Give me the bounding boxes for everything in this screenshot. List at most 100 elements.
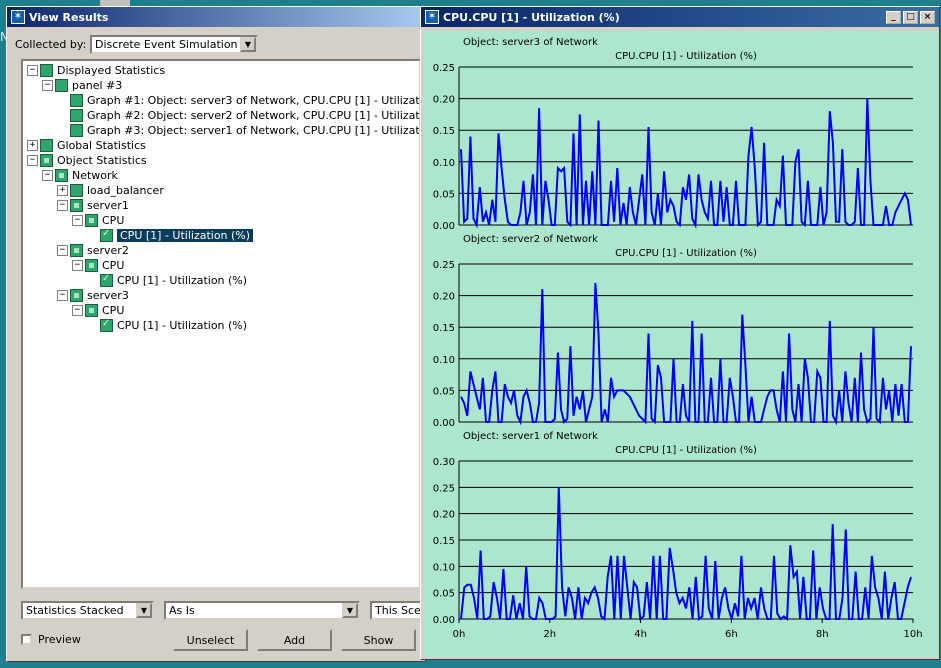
- statistic-checkbox-icon[interactable]: [70, 124, 83, 137]
- expand-icon[interactable]: +: [27, 140, 38, 151]
- tree-node[interactable]: − panel #3: [42, 78, 122, 93]
- collected-by-label: Collected by:: [15, 38, 87, 51]
- view-results-titlebar[interactable]: ✶ View Results: [7, 7, 425, 27]
- cpu-window-titlebar[interactable]: ✶ CPU.CPU [1] - Utilization (%) _ □ ×: [421, 7, 939, 27]
- collapse-icon[interactable]: −: [72, 215, 83, 226]
- chevron-down-icon[interactable]: ▼: [342, 603, 358, 618]
- maximize-icon[interactable]: □: [903, 10, 918, 24]
- tree-node[interactable]: − Displayed Statistics: [27, 63, 165, 78]
- tree-node-label: server3: [87, 289, 129, 302]
- y-tick-label: 0.30: [433, 457, 455, 468]
- statistics-tree[interactable]: − Displayed Statistics − panel #3 Graph #1: …: [21, 59, 421, 589]
- series-line: [460, 282, 912, 426]
- statistic-checkbox-icon[interactable]: [70, 184, 83, 197]
- statistic-checkbox-icon[interactable]: [85, 304, 98, 317]
- chart-title: CPU.CPU [1] - Utilization (%): [615, 248, 757, 259]
- statistic-checkbox-icon[interactable]: [100, 228, 113, 242]
- statistic-checkbox-icon[interactable]: [55, 169, 68, 182]
- y-tick-label: 0.20: [433, 95, 455, 106]
- chevron-down-icon[interactable]: ▼: [240, 37, 256, 52]
- tree-node-label: server2: [87, 244, 129, 257]
- y-tick-label: 0.10: [433, 158, 455, 169]
- app-star-icon: ✶: [11, 10, 25, 24]
- filter-dropdown[interactable]: As Is ▼: [164, 601, 360, 620]
- statistic-checkbox-icon[interactable]: [55, 79, 68, 92]
- collapse-icon[interactable]: −: [72, 305, 83, 316]
- tree-node-label: Graph #1: Object: server3 of Network, CP…: [87, 94, 420, 107]
- cpu-window-title: CPU.CPU [1] - Utilization (%): [443, 10, 620, 24]
- preview-checkbox[interactable]: [21, 634, 32, 645]
- chevron-down-icon[interactable]: ▼: [136, 603, 152, 618]
- tree-node-label: Network: [72, 169, 118, 182]
- y-tick-label: 0.05: [433, 589, 455, 600]
- statistic-checkbox-icon[interactable]: [85, 259, 98, 272]
- y-tick-label: 0.20: [433, 510, 455, 521]
- tree-node[interactable]: CPU [1] - Utilization (%): [87, 318, 247, 333]
- stack-mode-dropdown[interactable]: Statistics Stacked ▼: [21, 601, 154, 620]
- unselect-button[interactable]: Unselect: [173, 629, 248, 651]
- tree-node[interactable]: − server3: [57, 288, 129, 303]
- statistic-checkbox-icon[interactable]: [100, 318, 113, 332]
- collapse-icon[interactable]: −: [57, 245, 68, 256]
- y-tick-label: 0.10: [433, 355, 455, 366]
- statistic-checkbox-icon[interactable]: [40, 154, 53, 167]
- statistic-checkbox-icon[interactable]: [85, 214, 98, 227]
- collapse-icon[interactable]: −: [27, 65, 38, 76]
- y-tick-label: 0.00: [433, 615, 455, 626]
- statistic-checkbox-icon[interactable]: [100, 273, 113, 287]
- close-icon[interactable]: ×: [920, 10, 935, 24]
- chart-title: CPU.CPU [1] - Utilization (%): [615, 445, 757, 456]
- collapse-icon[interactable]: −: [42, 80, 53, 91]
- y-tick-label: 0.00: [433, 221, 455, 232]
- collapse-icon[interactable]: −: [27, 155, 38, 166]
- tree-node[interactable]: Graph #2: Object: server2 of Network, CP…: [57, 108, 419, 123]
- tree-node-label: Object Statistics: [57, 154, 147, 167]
- tree-node[interactable]: − CPU: [72, 258, 124, 273]
- tree-node-label: server1: [87, 199, 129, 212]
- statistic-checkbox-icon[interactable]: [70, 109, 83, 122]
- chart-object-label: Object: server2 of Network: [463, 234, 598, 245]
- stack-mode-value: Statistics Stacked: [26, 604, 124, 617]
- show-button[interactable]: Show: [341, 629, 416, 651]
- y-tick-label: 0.00: [433, 418, 455, 429]
- tree-node[interactable]: − Network: [42, 168, 118, 183]
- cpu-utilization-window: ✶ CPU.CPU [1] - Utilization (%) _ □ × Ob…: [420, 6, 940, 660]
- statistic-checkbox-icon[interactable]: [70, 289, 83, 302]
- tree-node[interactable]: CPU [1] - Utilization (%): [87, 273, 247, 288]
- collapse-icon[interactable]: −: [72, 260, 83, 271]
- collapse-icon[interactable]: −: [57, 290, 68, 301]
- window-controls: _ □ ×: [886, 10, 935, 24]
- collected-by-dropdown[interactable]: Discrete Event Simulation ▼: [90, 35, 258, 54]
- preview-checkbox-row[interactable]: Preview: [21, 633, 81, 646]
- series-line: [460, 487, 912, 621]
- tree-node[interactable]: Graph #1: Object: server3 of Network, CP…: [57, 93, 420, 108]
- collapse-icon[interactable]: −: [57, 200, 68, 211]
- tree-node[interactable]: + load_balancer: [57, 183, 164, 198]
- x-tick-label: 10h: [903, 629, 922, 640]
- expand-icon[interactable]: +: [57, 185, 68, 196]
- tree-node[interactable]: − server2: [57, 243, 129, 258]
- tree-node[interactable]: − CPU: [72, 303, 124, 318]
- tree-node[interactable]: − CPU: [72, 213, 124, 228]
- tree-node[interactable]: − server1: [57, 198, 129, 213]
- y-tick-label: 0.25: [433, 260, 455, 271]
- statistic-checkbox-icon[interactable]: [40, 139, 53, 152]
- minimize-icon[interactable]: _: [886, 10, 901, 24]
- charts-svg: Object: server3 of Network CPU.CPU [1] - …: [433, 37, 923, 640]
- add-button[interactable]: Add: [257, 629, 332, 651]
- statistic-checkbox-icon[interactable]: [40, 64, 53, 77]
- statistic-checkbox-icon[interactable]: [70, 94, 83, 107]
- y-tick-label: 0.15: [433, 323, 455, 334]
- tree-node[interactable]: − Object Statistics: [27, 153, 147, 168]
- statistic-checkbox-icon[interactable]: [70, 199, 83, 212]
- tree-node[interactable]: Graph #3: Object: server1 of Network, CP…: [57, 123, 419, 138]
- y-tick-label: 0.05: [433, 189, 455, 200]
- collected-by-value: Discrete Event Simulation: [95, 38, 238, 51]
- tree-node-label: CPU [1] - Utilization (%): [117, 319, 248, 332]
- chart-object-label: Object: server3 of Network: [463, 37, 598, 48]
- tree-node[interactable]: CPU [1] - Utilization (%): [87, 228, 254, 243]
- collapse-icon[interactable]: −: [42, 170, 53, 181]
- tree-node[interactable]: + Global Statistics: [27, 138, 146, 153]
- app-star-icon: ✶: [425, 10, 439, 24]
- statistic-checkbox-icon[interactable]: [70, 244, 83, 257]
